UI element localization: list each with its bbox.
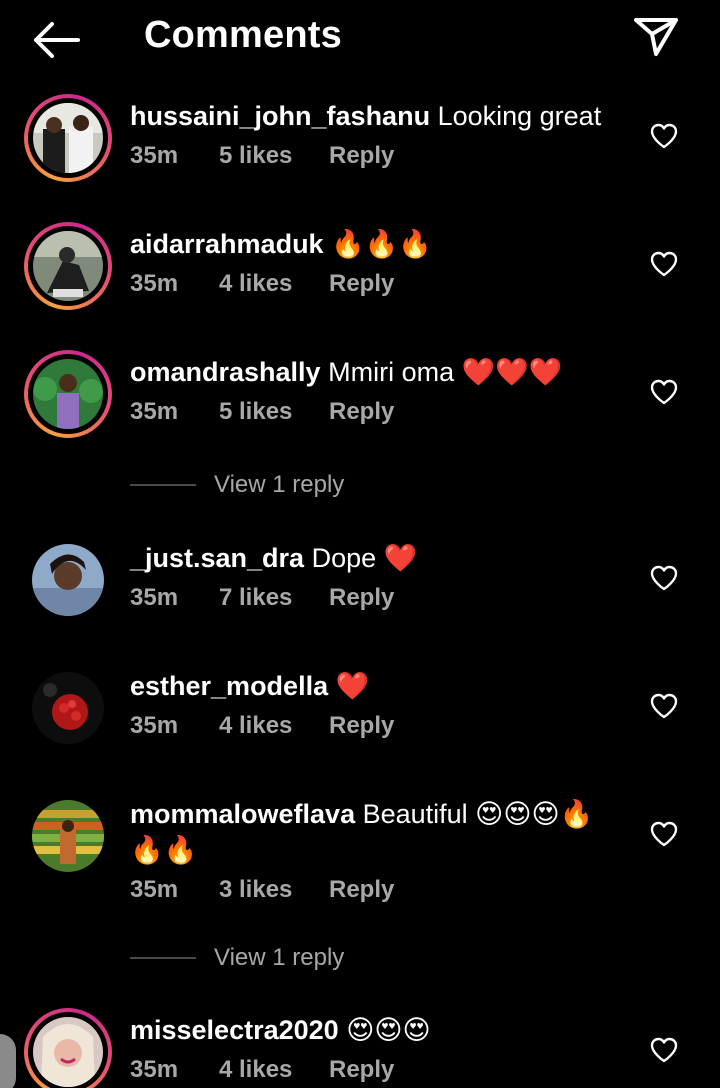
- avatar-story-ring[interactable]: [24, 222, 112, 310]
- comment-time: 35m: [130, 876, 179, 903]
- view-replies-button[interactable]: View 1 reply: [130, 941, 430, 975]
- avatar: [32, 544, 104, 616]
- comment-time: 35m: [130, 712, 179, 739]
- comment-likes[interactable]: 3 likes: [219, 876, 329, 904]
- back-button[interactable]: [28, 18, 84, 62]
- paper-plane-icon: [634, 18, 678, 56]
- heart-icon[interactable]: [650, 693, 678, 719]
- view-replies-label: View 1 reply: [214, 944, 345, 971]
- reply-button[interactable]: Reply: [329, 712, 394, 740]
- reply-button[interactable]: Reply: [329, 584, 394, 612]
- comment-likes[interactable]: 4 likes: [219, 1056, 329, 1084]
- comment-username[interactable]: aidarrahmaduk: [130, 229, 324, 259]
- view-replies-button[interactable]: View 1 reply: [130, 468, 430, 502]
- comment-username[interactable]: mommaloweflava: [130, 799, 355, 829]
- avatar-story-ring[interactable]: [24, 94, 112, 182]
- comment-likes[interactable]: 7 likes: [219, 584, 329, 612]
- avatar: [33, 103, 103, 173]
- page-title: Comments: [144, 14, 342, 56]
- avatar-wrapper[interactable]: [24, 536, 112, 624]
- arrow-left-icon: [34, 22, 80, 58]
- comment-username[interactable]: hussaini_john_fashanu: [130, 101, 430, 131]
- reply-button[interactable]: Reply: [329, 876, 394, 904]
- avatar: [33, 231, 103, 301]
- heart-icon[interactable]: [650, 251, 678, 277]
- comment-text: Looking great: [437, 101, 602, 131]
- avatar: [32, 672, 104, 744]
- comment-username[interactable]: _just.san_dra: [130, 543, 304, 573]
- reply-button[interactable]: Reply: [329, 270, 394, 298]
- comment-username[interactable]: omandrashally: [130, 357, 321, 387]
- comment-text: ❤️: [335, 671, 370, 701]
- avatar: [33, 1017, 103, 1087]
- comment-username[interactable]: misselectra2020: [130, 1015, 339, 1045]
- avatar-wrapper[interactable]: [24, 664, 112, 752]
- comment-username[interactable]: esther_modella: [130, 671, 328, 701]
- divider: [130, 484, 196, 486]
- header-bar: Comments: [0, 0, 720, 80]
- heart-icon[interactable]: [650, 821, 678, 847]
- comment-text: Mmiri oma ❤️❤️❤️: [328, 357, 563, 387]
- comment-time: 35m: [130, 1056, 179, 1083]
- reply-button[interactable]: Reply: [329, 398, 394, 426]
- avatar: [33, 359, 103, 429]
- comment-likes[interactable]: 4 likes: [219, 270, 329, 298]
- heart-icon[interactable]: [650, 379, 678, 405]
- avatar: [32, 800, 104, 872]
- avatar-story-ring[interactable]: [24, 1008, 112, 1088]
- comment-likes[interactable]: 4 likes: [219, 712, 329, 740]
- edge-scroll-handle[interactable]: [0, 1034, 16, 1088]
- view-replies-label: View 1 reply: [214, 471, 345, 498]
- comment-time: 35m: [130, 142, 179, 169]
- comment-likes[interactable]: 5 likes: [219, 142, 329, 170]
- comment-text: Dope ❤️: [311, 543, 418, 573]
- comment-text: 😍😍😍: [346, 1015, 431, 1045]
- avatar-wrapper[interactable]: [24, 792, 112, 880]
- heart-icon[interactable]: [650, 123, 678, 149]
- share-button[interactable]: [630, 12, 682, 60]
- heart-icon[interactable]: [650, 1037, 678, 1063]
- heart-icon[interactable]: [650, 565, 678, 591]
- comment-likes[interactable]: 5 likes: [219, 398, 329, 426]
- reply-button[interactable]: Reply: [329, 1056, 394, 1084]
- comment-text: 🔥🔥🔥: [331, 229, 432, 259]
- comments-screen: Comments hussaini_john_fashanu Looking g…: [0, 0, 720, 1088]
- comment-time: 35m: [130, 398, 179, 425]
- reply-button[interactable]: Reply: [329, 142, 394, 170]
- comment-time: 35m: [130, 270, 179, 297]
- avatar-story-ring[interactable]: [24, 350, 112, 438]
- divider: [130, 957, 196, 959]
- comment-time: 35m: [130, 584, 179, 611]
